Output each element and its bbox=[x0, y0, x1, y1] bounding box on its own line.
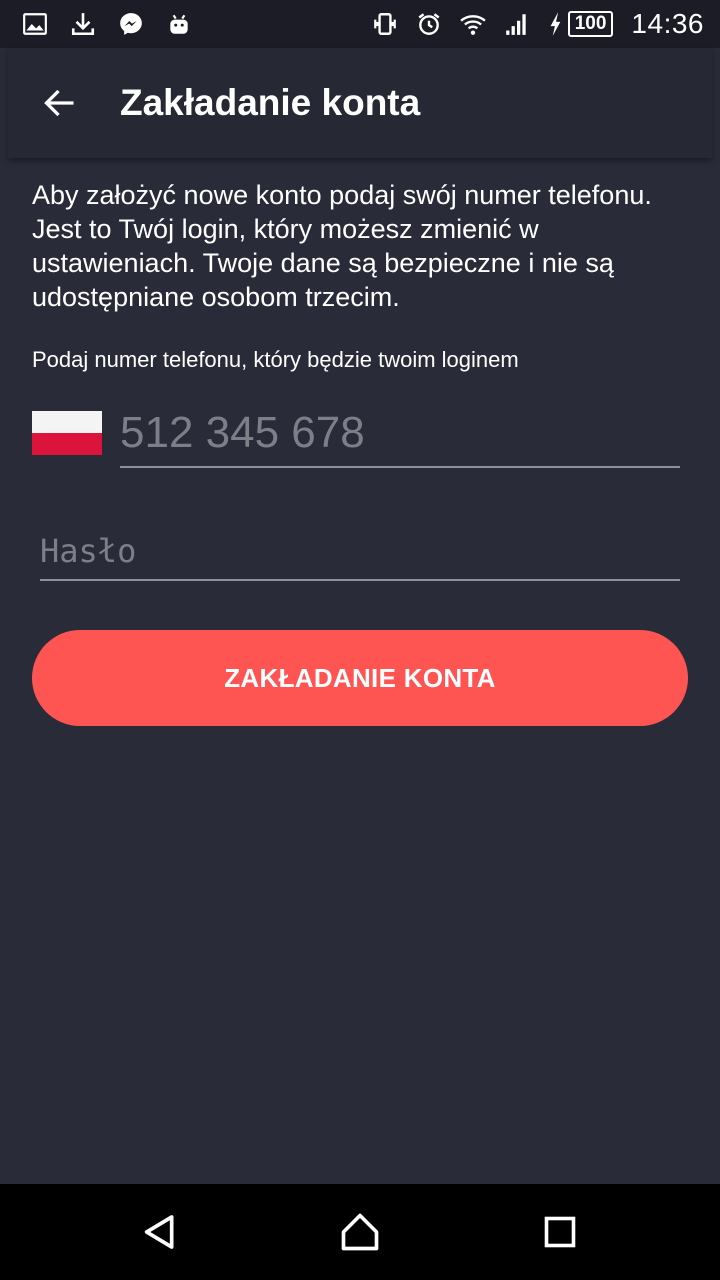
messenger-icon bbox=[118, 11, 144, 37]
navigation-bar bbox=[0, 1184, 720, 1280]
nav-home-button[interactable] bbox=[330, 1202, 390, 1262]
create-account-button[interactable]: ZAKŁADANIE KONTA bbox=[32, 630, 688, 726]
wifi-icon bbox=[459, 11, 486, 37]
signal-icon bbox=[504, 11, 530, 37]
image-icon bbox=[22, 11, 48, 37]
page-title: Zakładanie konta bbox=[120, 82, 421, 123]
download-icon bbox=[70, 11, 96, 37]
back-button[interactable] bbox=[32, 75, 88, 131]
poland-flag-icon[interactable] bbox=[32, 411, 102, 455]
app-bar: Zakładanie konta bbox=[8, 48, 712, 158]
nav-recents-button[interactable] bbox=[530, 1202, 590, 1262]
description-text: Aby założyć nowe konto podaj swój numer … bbox=[32, 180, 652, 312]
password-input[interactable] bbox=[40, 522, 680, 581]
phone-input[interactable] bbox=[120, 400, 680, 468]
alarm-icon bbox=[416, 11, 442, 37]
nav-back-button[interactable] bbox=[130, 1202, 190, 1262]
battery-level: 100 bbox=[567, 11, 614, 37]
home-icon bbox=[341, 1213, 379, 1251]
clock: 14:36 bbox=[631, 8, 704, 39]
android-icon bbox=[166, 11, 192, 37]
charging-icon bbox=[548, 11, 564, 37]
back-triangle-icon bbox=[144, 1215, 174, 1249]
battery-indicator: 100 bbox=[548, 11, 614, 37]
vibrate-icon bbox=[372, 11, 398, 37]
status-bar: 100 14:36 bbox=[0, 0, 720, 48]
recents-icon bbox=[544, 1216, 576, 1248]
arrow-back-icon bbox=[44, 89, 74, 117]
phone-label: Podaj numer telefonu, który będzie twoim… bbox=[32, 347, 519, 372]
